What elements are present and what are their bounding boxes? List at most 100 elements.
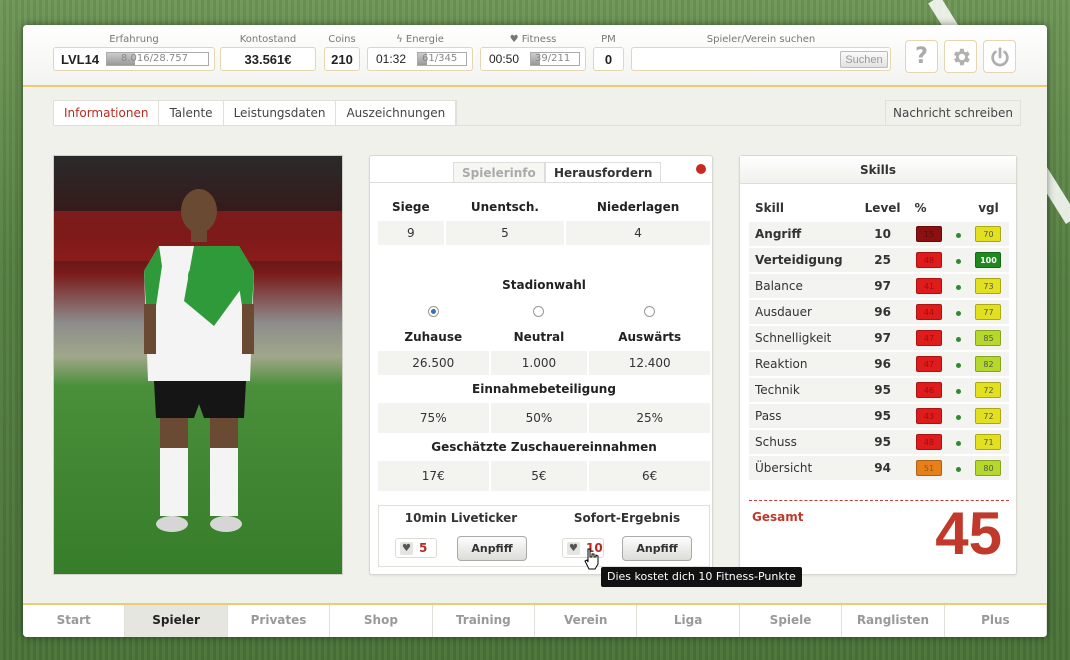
- skill-level: 97: [856, 326, 909, 350]
- message-button[interactable]: Nachricht schreiben: [885, 100, 1021, 125]
- instant-kickoff-button[interactable]: Anpfiff: [622, 536, 692, 561]
- skill-name: Balance: [749, 274, 857, 298]
- skill-percent-badge: 48: [915, 434, 942, 450]
- skill-level: 95: [856, 404, 909, 428]
- skill-row: Technik 95 46 72: [749, 378, 1009, 402]
- skill-level: 97: [856, 274, 909, 298]
- tab-herausfordern[interactable]: Herausfordern: [545, 162, 662, 183]
- pm-label: PM: [601, 34, 616, 45]
- gear-icon-svg: [953, 48, 970, 65]
- skill-status-dot: [956, 363, 962, 368]
- skill-percent-badge: 41: [915, 278, 942, 294]
- top-bar: Erfahrung LVL14 8.016/28.757 Kontostand …: [23, 25, 1047, 87]
- skill-percent-badge: 46: [915, 382, 942, 398]
- pm-value[interactable]: 0: [593, 47, 624, 71]
- heart-icon: ♥: [567, 541, 580, 555]
- erfahrung-bar: 8.016/28.757: [106, 52, 209, 66]
- nav-item-ranglisten[interactable]: Ranglisten: [842, 605, 945, 637]
- player-figure: [54, 189, 342, 532]
- skill-compare-badge: 80: [975, 460, 1002, 476]
- skill-compare-badge: 82: [975, 356, 1002, 372]
- skill-compare-badge: 72: [975, 408, 1002, 424]
- zuhause-capacity: 26.500: [378, 351, 489, 375]
- nav-item-spieler[interactable]: Spieler: [125, 605, 228, 637]
- radio-cell-zuhause: [378, 299, 489, 323]
- income-title: Geschätzte Zuschauereinnahmen: [378, 435, 710, 459]
- tab-auszeichnungen[interactable]: Auszeichnungen: [336, 101, 457, 126]
- skill-level: 10: [856, 222, 909, 246]
- radio-auswaerts[interactable]: [644, 306, 656, 317]
- nav-item-start[interactable]: Start: [23, 605, 126, 637]
- profile-tabs: Informationen Talente Leistungsdaten Aus…: [53, 100, 458, 126]
- power-icon[interactable]: [983, 40, 1016, 73]
- total-label: Gesamt: [752, 510, 804, 524]
- skill-name: Schuss: [749, 430, 857, 454]
- liveticker-cost-value: 5: [419, 541, 428, 555]
- neutral-capacity: 1.000: [490, 351, 588, 375]
- skill-compare-badge: 73: [975, 278, 1002, 294]
- energie-box: 01:32 61/345: [367, 47, 473, 71]
- tab-talente[interactable]: Talente: [159, 101, 224, 126]
- nav-item-privates[interactable]: Privates: [228, 605, 331, 637]
- skills-card: Skills Skill Level % vgl Angriff 10 15 70 Ve…: [739, 155, 1017, 575]
- radio-zuhause[interactable]: [427, 306, 439, 317]
- nav-item-liga[interactable]: Liga: [637, 605, 740, 637]
- skill-row: Übersicht 94 51 80: [749, 456, 1009, 480]
- challenge-card: Spielerinfo Herausfordern Siege Unentsch…: [369, 155, 713, 575]
- tab-spielerinfo[interactable]: Spielerinfo: [453, 162, 545, 183]
- tab-informationen[interactable]: Informationen: [54, 101, 160, 126]
- skill-row: Pass 95 43 72: [749, 404, 1009, 428]
- erfahrung-label: Erfahrung: [109, 34, 159, 45]
- fitness-box: 00:50 39/211: [480, 47, 586, 71]
- skill-percent-badge: 48: [915, 252, 942, 268]
- skill-name: Verteidigung: [749, 248, 857, 272]
- gear-icon[interactable]: [944, 40, 977, 73]
- skill-percent-badge: 15: [915, 226, 942, 242]
- skill-percent-badge: 44: [915, 304, 942, 320]
- nav-item-verein[interactable]: Verein: [535, 605, 638, 637]
- level-badge: LVL14: [61, 51, 100, 67]
- share-zuhause: 75%: [378, 403, 489, 433]
- skill-level: 96: [856, 300, 909, 324]
- unentschieden-header: Unentsch.: [445, 195, 565, 219]
- nav-item-spiele[interactable]: Spiele: [740, 605, 843, 637]
- skill-status-dot: [956, 285, 962, 290]
- income-neutral: 5€: [490, 461, 588, 491]
- skill-row: Angriff 10 15 70: [749, 222, 1009, 246]
- stadium-title: Stadionwahl: [378, 273, 710, 297]
- search-button[interactable]: Suchen: [840, 51, 888, 68]
- skill-percent-badge: 43: [915, 408, 942, 424]
- skill-level: 94: [856, 456, 909, 480]
- radio-cell-neutral: [490, 299, 588, 323]
- tab-leistungsdaten[interactable]: Leistungsdaten: [223, 101, 337, 126]
- player-avatar-image: [53, 155, 343, 575]
- skill-row: Ausdauer 96 44 77: [749, 300, 1009, 324]
- radio-neutral[interactable]: [533, 306, 545, 317]
- liveticker-cost: ♥ 5: [395, 538, 437, 558]
- skill-status-dot: [956, 441, 962, 446]
- skill-compare-badge: 70: [975, 226, 1002, 242]
- skill-name: Pass: [749, 404, 857, 428]
- heart-icon: ♥: [400, 541, 413, 555]
- siege-header: Siege: [378, 195, 444, 219]
- siege-value: 9: [378, 221, 444, 245]
- erfahrung-value: 8.016/28.757: [121, 53, 188, 64]
- skill-row: Balance 97 41 73: [749, 274, 1009, 298]
- hand-cursor-icon: [584, 548, 599, 570]
- skill-compare-badge: 85: [975, 330, 1002, 346]
- skill-row: Verteidigung 25 48 100: [749, 248, 1009, 272]
- kontostand-value: 33.561€: [220, 47, 316, 71]
- nav-item-plus[interactable]: Plus: [945, 605, 1047, 637]
- nav-item-training[interactable]: Training: [433, 605, 536, 637]
- liveticker-kickoff-button[interactable]: Anpfiff: [457, 536, 527, 561]
- skill-row: Reaktion 96 47 82: [749, 352, 1009, 376]
- card-tab-divider: [370, 182, 712, 183]
- help-icon[interactable]: ?: [905, 40, 938, 73]
- income-zuhause: 17€: [378, 461, 489, 491]
- skill-name: Angriff: [749, 222, 857, 246]
- niederlagen-header: Niederlagen: [566, 195, 710, 219]
- nav-item-shop[interactable]: Shop: [330, 605, 433, 637]
- fitness-timer: 00:50: [489, 52, 520, 66]
- skill-status-dot: [956, 259, 962, 264]
- power-icon-svg: [990, 46, 1009, 66]
